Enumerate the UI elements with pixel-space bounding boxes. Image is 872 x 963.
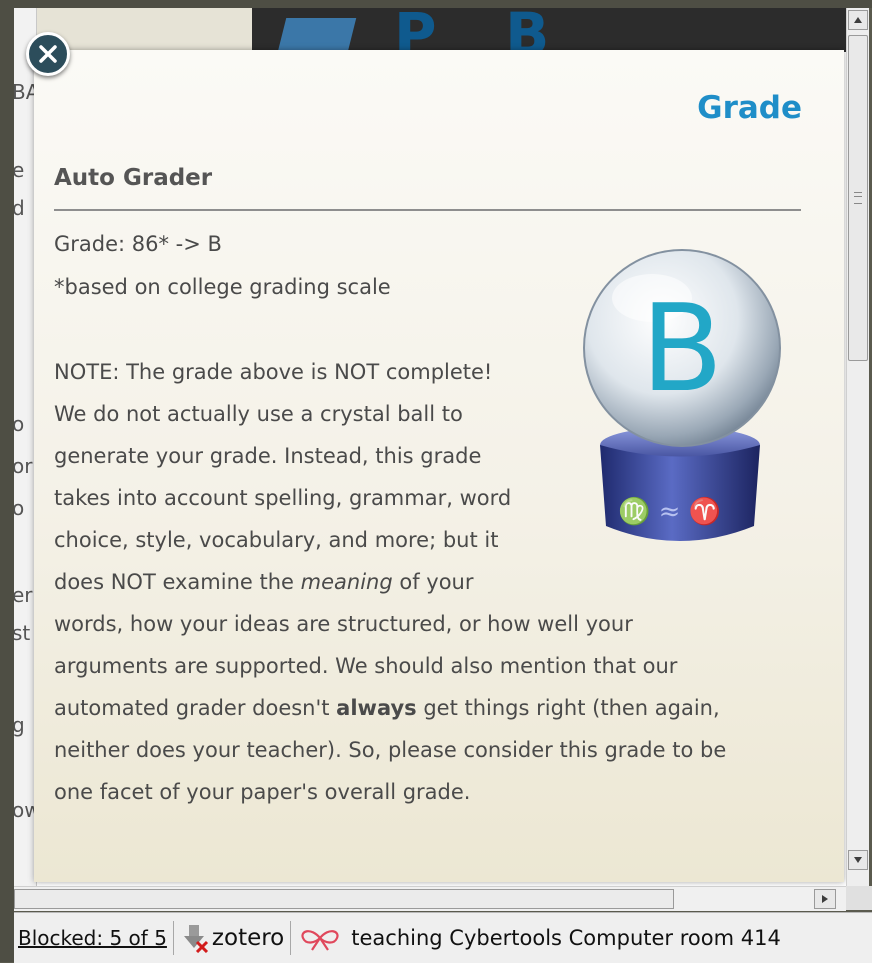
divider	[54, 209, 801, 211]
blocked-popups-link[interactable]: Blocked: 5 of 5	[18, 926, 167, 950]
arrow-right-icon	[822, 895, 828, 903]
bg-fragment: er	[14, 583, 33, 607]
scrollbar-corner	[846, 886, 872, 910]
text-run: of your	[392, 570, 474, 594]
note-line: neither does your teacher). So, please c…	[54, 738, 727, 762]
bg-fragment: o	[14, 496, 25, 520]
popup-title: Grade	[697, 90, 802, 126]
grade-line: Grade: 86* -> B	[54, 232, 222, 256]
bg-fragment: st	[14, 621, 31, 645]
status-separator	[172, 921, 174, 955]
arrow-down-icon	[854, 857, 862, 863]
horizontal-scrollbar[interactable]	[14, 886, 846, 911]
close-icon	[39, 45, 57, 63]
emphasis-meaning: meaning	[300, 570, 393, 594]
status-teaching-label: teaching Cybertools Computer room 414	[351, 926, 781, 950]
crystal-ball-letter: B	[641, 280, 723, 419]
text-run: get things right (then again,	[416, 696, 720, 720]
note-line: one facet of your paper's overall grade.	[54, 780, 471, 804]
status-separator	[290, 921, 292, 955]
status-bar: Blocked: 5 of 5 zotero teaching Cybertoo…	[14, 912, 872, 963]
horizontal-scroll-thumb[interactable]	[14, 889, 674, 909]
crystal-ball-icon: ♍ ≈ ♈ B	[583, 249, 781, 541]
note-line: arguments are supported. We should also …	[54, 654, 678, 678]
bg-fragment: d	[14, 196, 25, 220]
text-run: does NOT examine the	[54, 570, 301, 594]
note-line-always: automated grader doesn't always get thin…	[54, 696, 720, 720]
arrow-up-icon	[854, 17, 862, 23]
close-button[interactable]	[26, 32, 70, 76]
download-blocked-icon	[183, 925, 208, 953]
scroll-grip-icon	[854, 192, 862, 204]
bg-fragment: g	[14, 713, 25, 737]
vertical-scrollbar[interactable]	[846, 8, 869, 888]
note-line: generate your grade. Instead, this grade	[54, 444, 482, 468]
scroll-up-button[interactable]	[848, 10, 868, 30]
bg-fragment: o	[14, 412, 25, 436]
zodiac-glyph: ♍ ≈ ♈	[618, 496, 721, 527]
bow-ribbon-icon	[301, 930, 339, 951]
zotero-label[interactable]: zotero	[212, 925, 284, 951]
note-line: NOTE: The grade above is NOT complete!	[54, 360, 493, 384]
note-line: choice, style, vocabulary, and more; but…	[54, 528, 499, 552]
bold-always: always	[336, 696, 417, 720]
scale-note: *based on college grading scale	[54, 275, 391, 299]
note-line-meaning: does NOT examine the meaning of your	[54, 570, 473, 594]
bg-fragment: or	[14, 454, 33, 478]
desktop-frame-left	[0, 0, 14, 962]
scroll-right-button[interactable]	[814, 889, 836, 909]
note-line: We do not actually use a crystal ball to	[54, 402, 463, 426]
background-logo-book-icon	[277, 18, 357, 52]
desktop-frame-top	[0, 0, 872, 8]
scroll-down-button[interactable]	[848, 850, 868, 870]
note-line: words, how your ideas are structured, or…	[54, 612, 633, 636]
section-heading: Auto Grader	[54, 165, 213, 191]
text-run: automated grader doesn't	[54, 696, 337, 720]
bg-fragment: e	[14, 158, 25, 182]
vertical-scroll-thumb[interactable]	[848, 35, 868, 361]
zotero-download-icon[interactable]	[180, 923, 210, 953]
note-line: takes into account spelling, grammar, wo…	[54, 486, 512, 510]
grade-popup: Grade Auto Grader Grade: 86* -> B *based…	[34, 50, 844, 882]
ribbon-icon[interactable]	[297, 925, 343, 951]
